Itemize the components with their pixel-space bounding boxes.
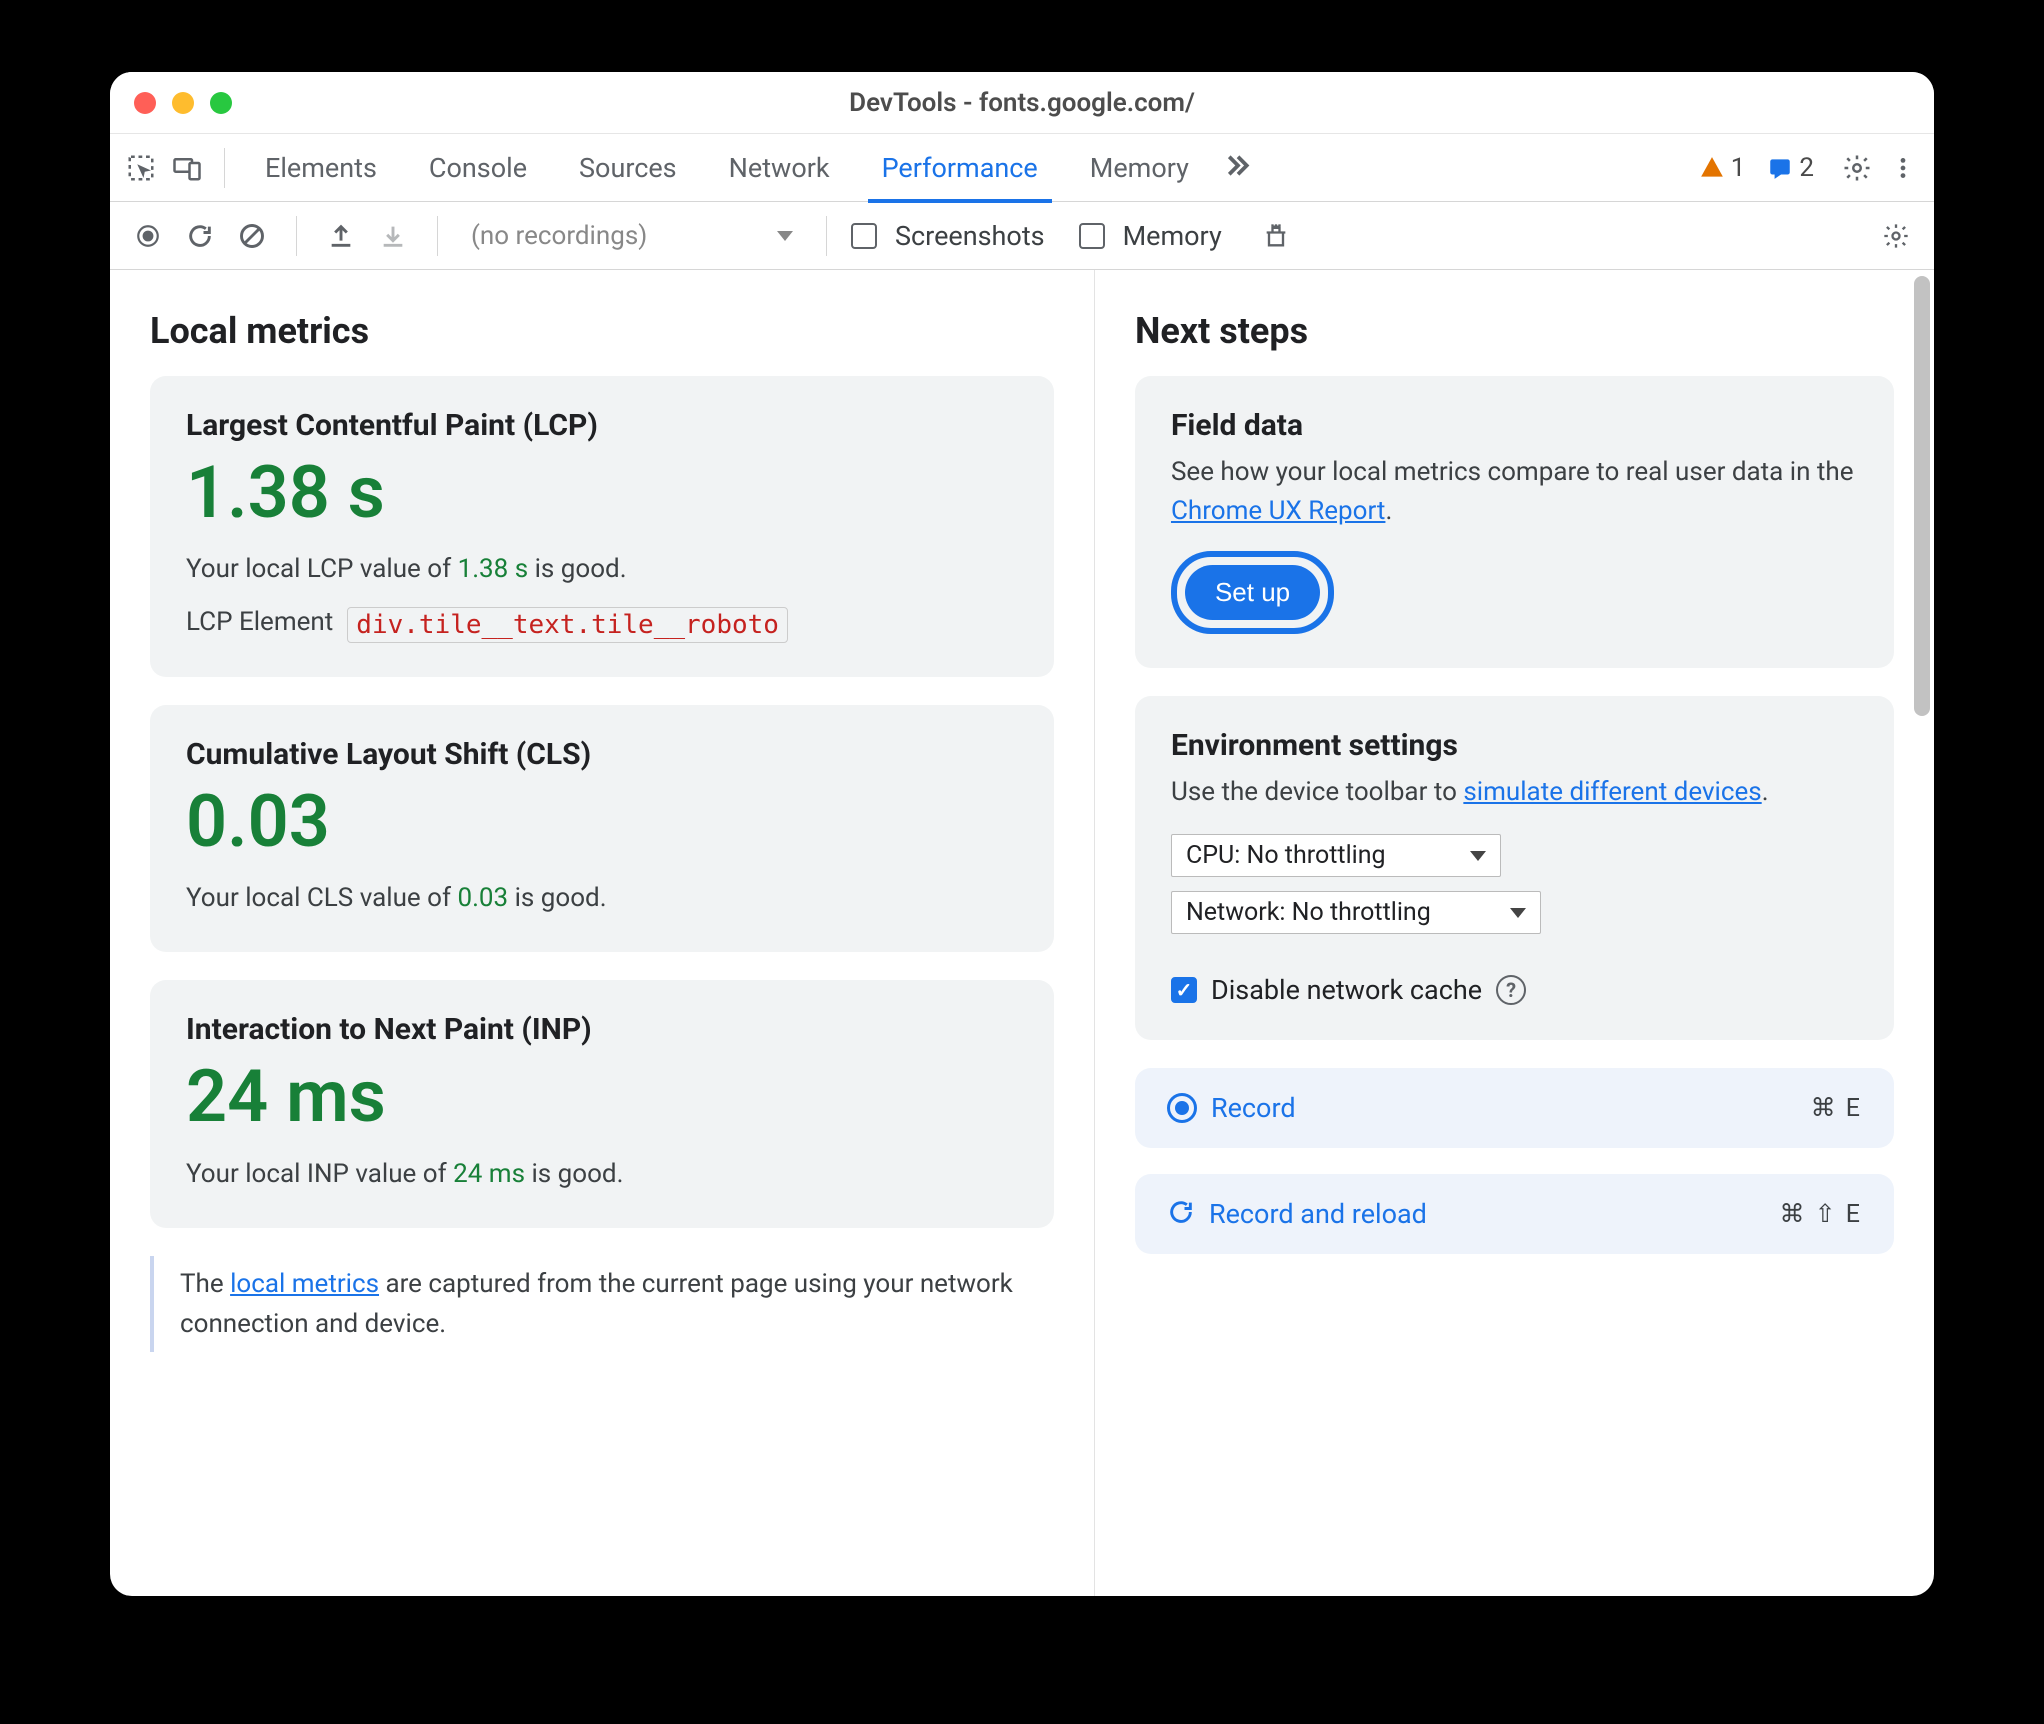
- setup-button[interactable]: Set up: [1185, 565, 1320, 620]
- inp-card: Interaction to Next Paint (INP) 24 ms Yo…: [150, 980, 1054, 1227]
- collect-garbage-icon[interactable]: [1256, 216, 1296, 256]
- record-label: Record: [1211, 1092, 1811, 1124]
- record-reload-shortcut: ⌘ ⇧ E: [1779, 1199, 1862, 1229]
- screenshots-label: Screenshots: [895, 220, 1045, 252]
- close-window-button[interactable]: [134, 92, 156, 114]
- cls-card: Cumulative Layout Shift (CLS) 0.03 Your …: [150, 705, 1054, 952]
- kebab-menu-icon[interactable]: [1882, 147, 1924, 189]
- performance-toolbar: (no recordings) Screenshots Memory: [110, 202, 1934, 270]
- memory-label: Memory: [1123, 220, 1222, 252]
- minimize-window-button[interactable]: [172, 92, 194, 114]
- lcp-value: 1.38 s: [186, 453, 1018, 532]
- cpu-throttling-select[interactable]: CPU: No throttling: [1171, 834, 1501, 877]
- field-data-description: See how your local metrics compare to re…: [1171, 453, 1858, 531]
- panel-settings-gear-icon[interactable]: [1876, 216, 1916, 256]
- upload-icon[interactable]: [321, 216, 361, 256]
- help-icon[interactable]: ?: [1496, 975, 1526, 1005]
- environment-settings-description: Use the device toolbar to simulate diffe…: [1171, 773, 1858, 812]
- recordings-select[interactable]: (no recordings): [462, 216, 802, 256]
- record-action[interactable]: Record ⌘ E: [1135, 1068, 1894, 1148]
- network-throttling-select[interactable]: Network: No throttling: [1171, 891, 1541, 934]
- lcp-description: Your local LCP value of 1.38 s is good.: [186, 550, 1018, 589]
- next-steps-heading: Next steps: [1135, 310, 1894, 352]
- traffic-lights: [134, 92, 232, 114]
- local-metrics-column: Local metrics Largest Contentful Paint (…: [110, 270, 1095, 1596]
- field-data-card: Field data See how your local metrics co…: [1135, 376, 1894, 668]
- more-tabs-icon[interactable]: [1217, 147, 1259, 189]
- device-toolbar-icon[interactable]: [166, 147, 208, 189]
- memory-checkbox[interactable]: [1079, 223, 1105, 249]
- inspect-icon[interactable]: [120, 147, 162, 189]
- main-tabbar: Elements Console Sources Network Perform…: [110, 134, 1934, 202]
- next-steps-column: Next steps Field data See how your local…: [1095, 270, 1934, 1596]
- field-data-title: Field data: [1171, 408, 1858, 443]
- inp-value: 24 ms: [186, 1057, 1018, 1136]
- disable-cache-checkbox[interactable]: [1171, 977, 1197, 1003]
- chevron-down-icon: [1510, 908, 1526, 918]
- titlebar: DevTools - fonts.google.com/: [110, 72, 1934, 134]
- lcp-title: Largest Contentful Paint (LCP): [186, 408, 1018, 443]
- crux-report-link[interactable]: Chrome UX Report: [1171, 496, 1385, 526]
- reload-icon[interactable]: [180, 216, 220, 256]
- record-icon[interactable]: [128, 216, 168, 256]
- tab-memory[interactable]: Memory: [1066, 134, 1213, 202]
- local-metrics-link[interactable]: local metrics: [230, 1269, 379, 1299]
- local-metrics-heading: Local metrics: [150, 310, 1054, 352]
- tab-network[interactable]: Network: [705, 134, 854, 202]
- settings-gear-icon[interactable]: [1836, 147, 1878, 189]
- window-title: DevTools - fonts.google.com/: [849, 88, 1195, 118]
- chevron-down-icon: [777, 231, 793, 241]
- tab-sources[interactable]: Sources: [555, 134, 701, 202]
- tab-performance[interactable]: Performance: [858, 134, 1062, 202]
- tab-console[interactable]: Console: [405, 134, 551, 202]
- cls-value: 0.03: [186, 782, 1018, 861]
- warning-count: 1: [1731, 153, 1746, 183]
- tab-elements[interactable]: Elements: [241, 134, 401, 202]
- inp-description: Your local INP value of 24 ms is good.: [186, 1155, 1018, 1194]
- environment-settings-card: Environment settings Use the device tool…: [1135, 696, 1894, 1040]
- separator: [437, 216, 438, 256]
- maximize-window-button[interactable]: [210, 92, 232, 114]
- environment-settings-title: Environment settings: [1171, 728, 1858, 763]
- record-reload-action[interactable]: Record and reload ⌘ ⇧ E: [1135, 1174, 1894, 1254]
- record-reload-label: Record and reload: [1209, 1198, 1779, 1230]
- issues-info-badge[interactable]: 2: [1767, 153, 1814, 183]
- vertical-scrollbar[interactable]: [1914, 276, 1930, 716]
- local-metrics-note: The local metrics are captured from the …: [150, 1256, 1054, 1353]
- download-icon[interactable]: [373, 216, 413, 256]
- separator: [826, 216, 827, 256]
- screenshots-checkbox[interactable]: [851, 223, 877, 249]
- simulate-devices-link[interactable]: simulate different devices: [1463, 777, 1761, 807]
- separator: [224, 148, 225, 188]
- inp-title: Interaction to Next Paint (INP): [186, 1012, 1018, 1047]
- info-count: 2: [1799, 153, 1814, 183]
- separator: [296, 216, 297, 256]
- cls-title: Cumulative Layout Shift (CLS): [186, 737, 1018, 772]
- clear-icon[interactable]: [232, 216, 272, 256]
- cls-description: Your local CLS value of 0.03 is good.: [186, 879, 1018, 918]
- record-shortcut: ⌘ E: [1811, 1093, 1862, 1123]
- devtools-window: DevTools - fonts.google.com/ Elements Co…: [110, 72, 1934, 1596]
- performance-content: Local metrics Largest Contentful Paint (…: [110, 270, 1934, 1596]
- recordings-placeholder: (no recordings): [471, 221, 647, 251]
- lcp-element-selector[interactable]: div.tile__text.tile__roboto: [347, 607, 788, 643]
- reload-arrow-icon: [1167, 1198, 1195, 1230]
- lcp-card: Largest Contentful Paint (LCP) 1.38 s Yo…: [150, 376, 1054, 677]
- disable-cache-label: Disable network cache: [1211, 974, 1482, 1006]
- issues-warning-badge[interactable]: 1: [1699, 153, 1746, 183]
- chevron-down-icon: [1470, 851, 1486, 861]
- lcp-element-label: LCP Element: [186, 607, 333, 643]
- record-circle-icon: [1167, 1093, 1197, 1123]
- setup-button-focus-ring: Set up: [1171, 551, 1334, 634]
